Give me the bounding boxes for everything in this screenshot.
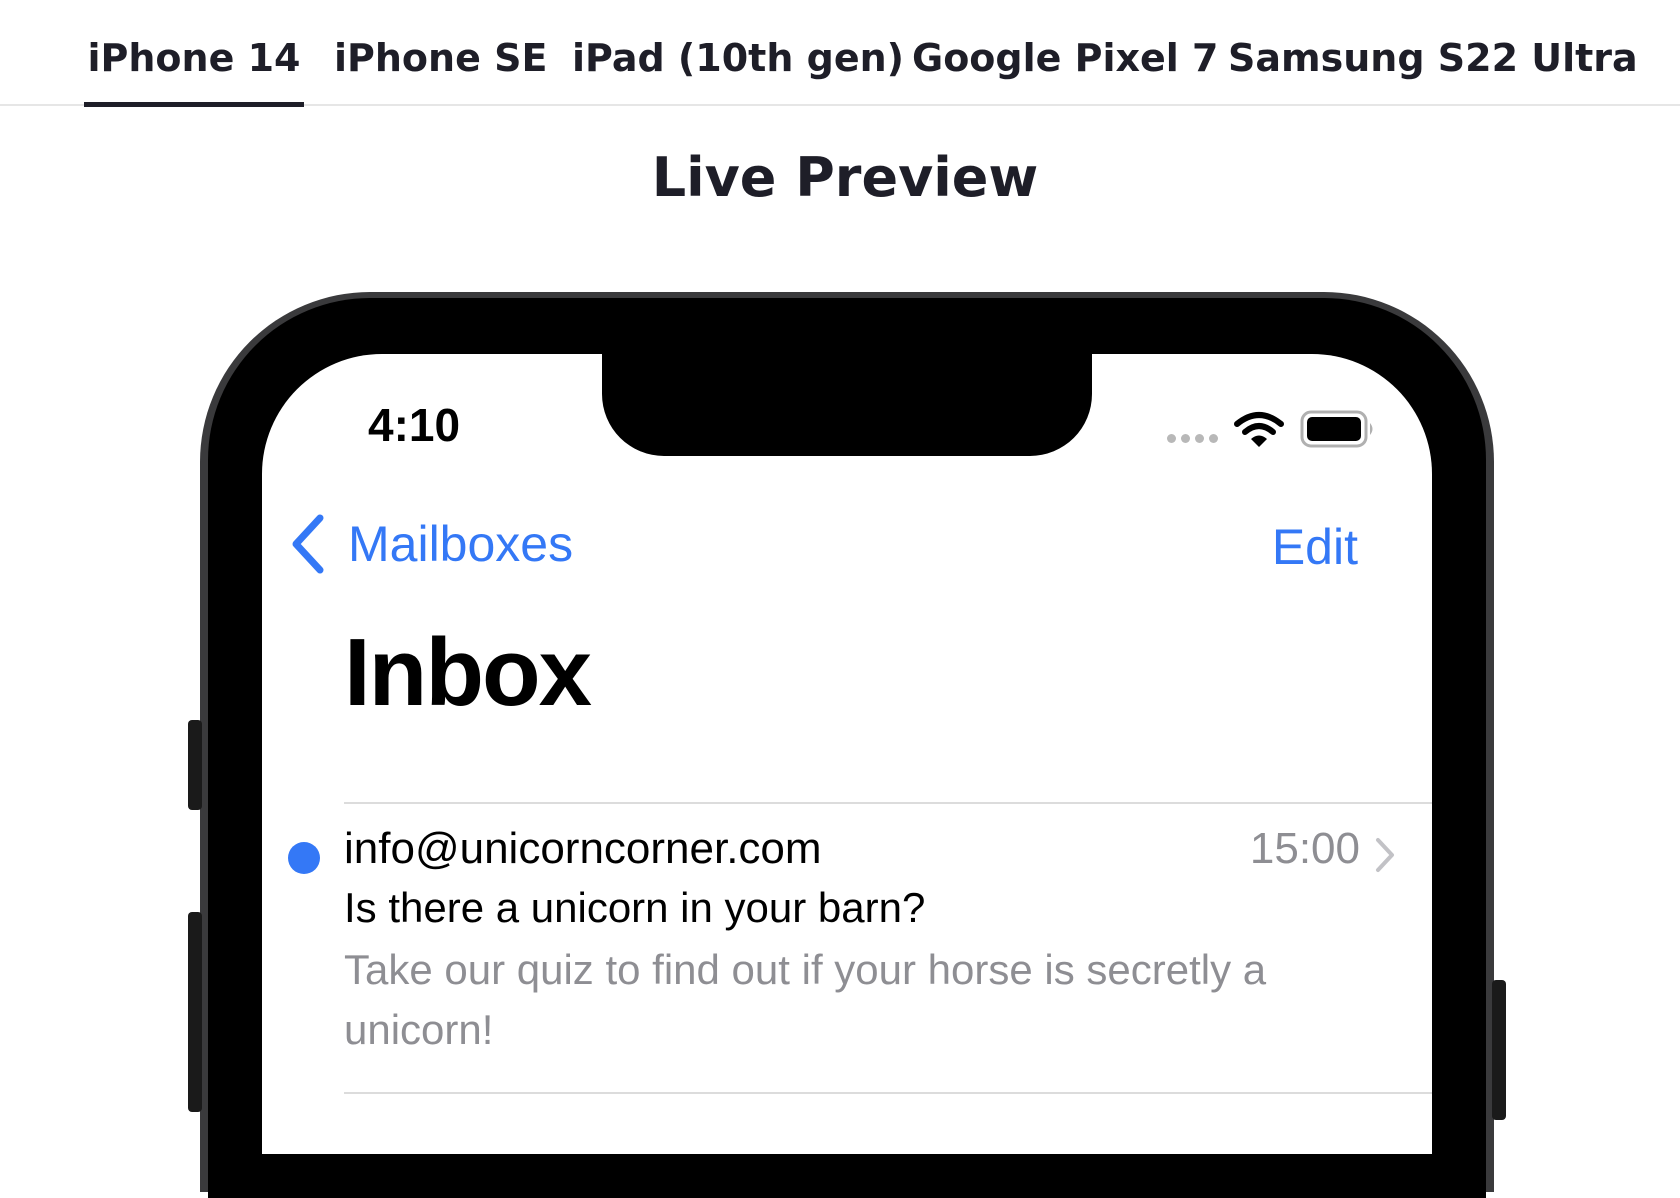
tab-google-pixel-7[interactable]: Google Pixel 7 bbox=[912, 36, 1219, 106]
divider bbox=[344, 802, 1432, 804]
inbox-title: Inbox bbox=[344, 619, 592, 726]
status-time: 4:10 bbox=[368, 399, 461, 451]
phone-side-button bbox=[188, 720, 202, 810]
tab-iphone-se[interactable]: iPhone SE bbox=[334, 36, 547, 106]
chevron-right-icon bbox=[1376, 838, 1394, 872]
mail-subject: Is there a unicorn in your barn? bbox=[344, 884, 926, 931]
mailboxes-back-label: Mailboxes bbox=[348, 516, 574, 572]
tab-iphone-14[interactable]: iPhone 14 bbox=[84, 36, 304, 107]
phone-side-button bbox=[188, 912, 202, 1112]
edit-button[interactable]: Edit bbox=[1272, 518, 1358, 576]
tab-samsung-s22-ultra[interactable]: Samsung S22 Ultra bbox=[1228, 36, 1638, 106]
wifi-icon bbox=[1234, 412, 1284, 447]
divider bbox=[344, 1092, 1432, 1094]
chevron-left-icon bbox=[292, 514, 324, 574]
mailboxes-back-button[interactable]: Mailboxes bbox=[288, 512, 573, 576]
unread-indicator bbox=[288, 842, 320, 874]
phone-side-button bbox=[1492, 980, 1506, 1120]
phone-notch bbox=[602, 354, 1092, 456]
mail-list-item[interactable]: info@unicorncorner.com 15:00 Is there a … bbox=[262, 810, 1432, 1100]
mail-sender: info@unicorncorner.com bbox=[344, 824, 822, 873]
tab-ipad-10th-gen[interactable]: iPad (10th gen) bbox=[572, 36, 904, 106]
mail-time: 15:00 bbox=[1249, 824, 1360, 873]
phone-screen: 4:10 Mailboxes Edit Inbox info@unicornco… bbox=[262, 354, 1432, 1154]
battery-icon bbox=[1300, 410, 1373, 448]
device-tabs: iPhone 14 iPhone SE iPad (10th gen) Goog… bbox=[0, 0, 1680, 107]
page-title: Live Preview bbox=[651, 146, 1039, 209]
signal-dots-icon bbox=[1167, 434, 1218, 443]
mail-preview: Take our quiz to find out if your horse … bbox=[344, 946, 1267, 1053]
